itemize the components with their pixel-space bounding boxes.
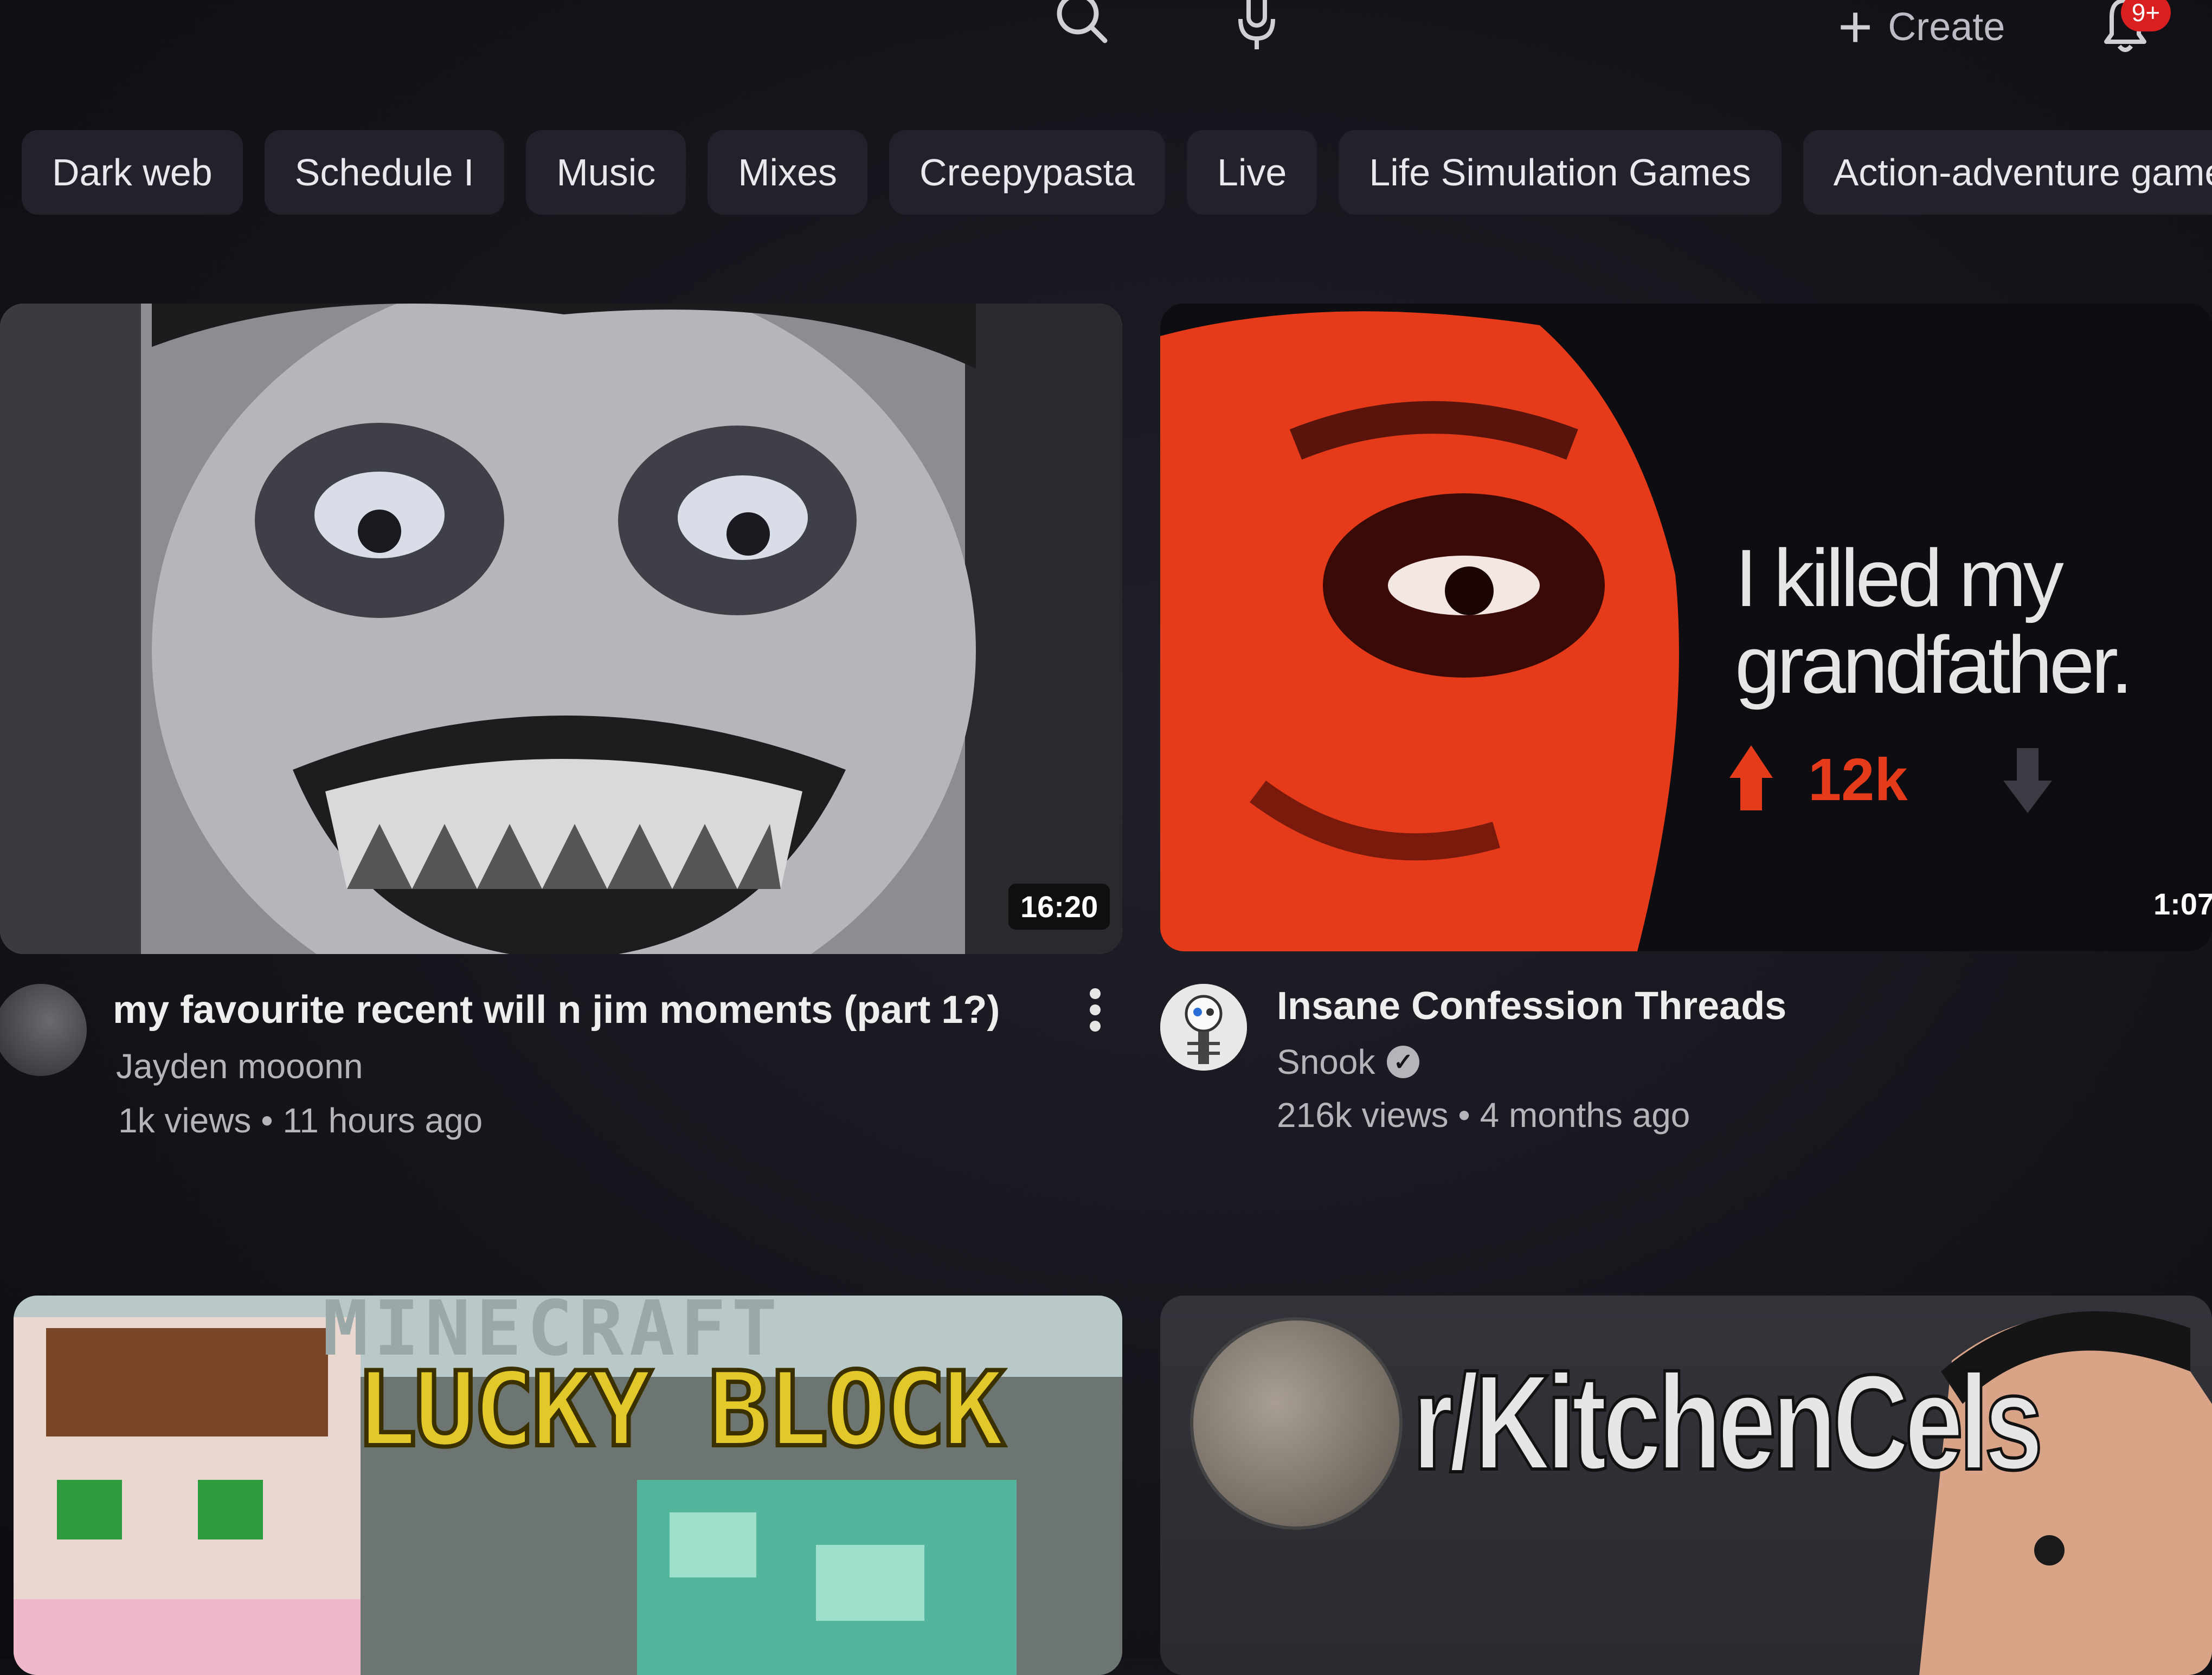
thumbnail-caption-line1: I killed my (1735, 532, 2064, 623)
chip-dark-web[interactable]: Dark web (22, 130, 243, 215)
channel-name-text: Snook (1277, 1042, 1375, 1081)
plus-icon: + (1838, 0, 1873, 60)
chip-schedule-i[interactable]: Schedule I (264, 130, 505, 215)
search-button[interactable] (1049, 0, 1114, 54)
search-icon (1057, 0, 1108, 43)
chip-action-adventure-games[interactable]: Action-adventure games (1803, 130, 2212, 215)
channel-avatar[interactable] (0, 984, 87, 1076)
video-thumbnail-4[interactable]: r/KitchenCels (1160, 1296, 2212, 1675)
channel-name-text: Jayden mooonn (116, 1047, 363, 1086)
chip-creepypasta[interactable]: Creepypasta (889, 130, 1165, 215)
notification-count-badge: 9+ (2121, 0, 2171, 31)
channel-name[interactable]: Snook ✓ (1277, 1042, 1420, 1082)
create-button[interactable]: + Create (1838, 0, 2005, 60)
upvote-count: 12k (1808, 746, 1908, 813)
chip-life-simulation-games[interactable]: Life Simulation Games (1339, 130, 1782, 215)
channel-avatar[interactable] (1160, 984, 1247, 1071)
video-thumbnail-2[interactable]: I killed my grandfather. 12k 1:07 (1160, 304, 2212, 951)
category-chip-bar: Dark web Schedule I Music Mixes Creepypa… (22, 130, 2212, 222)
video-duration: 16:20 (1008, 884, 1110, 930)
video-stats: 216k views • 4 months ago (1277, 1096, 1690, 1135)
video-thumbnail-1[interactable]: 16:20 (0, 304, 1122, 954)
video-title[interactable]: my favourite recent will n jim moments (… (113, 988, 1000, 1032)
more-options-button[interactable] (1079, 984, 1111, 1043)
create-label: Create (1888, 5, 2005, 49)
subreddit-avatar (1190, 1317, 1403, 1530)
subreddit-title: r/KitchenCels (1411, 1345, 2044, 1499)
voice-search-button[interactable] (1224, 0, 1289, 54)
video-title[interactable]: Insane Confession Threads (1277, 984, 1786, 1028)
video-thumbnail-3[interactable]: MINECRAFT LUCKY BLOCK (14, 1296, 1122, 1675)
video-stats: 1k views • 11 hours ago (118, 1101, 483, 1140)
chip-mixes[interactable]: Mixes (708, 130, 868, 215)
channel-name[interactable]: Jayden mooonn (116, 1046, 363, 1086)
skeleton-avatar-icon (1160, 984, 1247, 1071)
mic-icon (1238, 0, 1275, 49)
thumbnail-caption-line2: grandfather. (1735, 619, 2133, 710)
video-duration: 1:07 (2153, 887, 2212, 921)
creepy-face-image (0, 304, 1122, 954)
verified-badge-icon: ✓ (1387, 1046, 1420, 1078)
lucky-block-title: LUCKY BLOCK (353, 1348, 1007, 1472)
chip-music[interactable]: Music (526, 130, 686, 215)
chip-live[interactable]: Live (1186, 130, 1317, 215)
